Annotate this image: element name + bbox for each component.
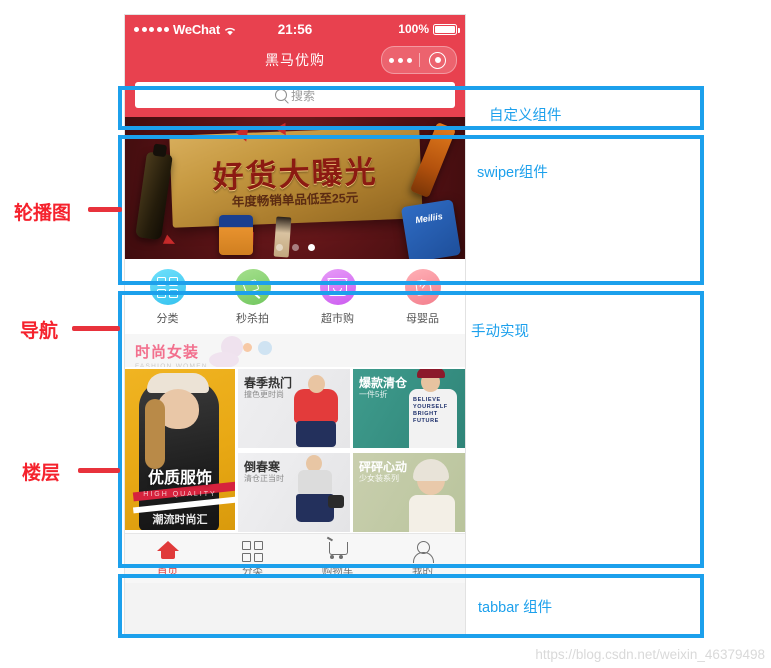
floor-card-subtitle: 少女装系列 (359, 473, 399, 483)
floor-card-subtitle: 撞色更时尚 (244, 390, 284, 399)
status-bar-right: 100% (398, 22, 460, 36)
app-navbar: 黑马优购 (125, 43, 465, 77)
floor-card-subtitle: 一件5折 (359, 390, 388, 399)
annotation-label-carousel: 轮播图 (14, 203, 72, 224)
annotation-box-content (118, 291, 704, 568)
annotation-box-search (118, 86, 704, 130)
annotation-label-tabbar: tabbar 组件 (478, 600, 553, 616)
annotation-box-swiper (118, 135, 704, 285)
annotation-leader-line (78, 468, 120, 473)
annotation-label-floor: 楼层 (22, 463, 61, 484)
page-title: 黑马优购 (265, 52, 325, 68)
annotation-leader-line (72, 326, 120, 331)
watermark: https://blog.csdn.net/weixin_46379498 (535, 647, 765, 662)
wechat-capsule-button[interactable] (381, 46, 457, 74)
annotation-label-nav: 导航 (20, 321, 59, 342)
target-circle-icon[interactable] (420, 51, 457, 69)
battery-icon (433, 23, 460, 35)
battery-percent-label: 100% (398, 22, 429, 36)
annotation-leader-line (88, 207, 122, 212)
status-bar: WeChat 21:56 100% (125, 15, 465, 43)
annotation-label-manual: 手动实现 (471, 324, 529, 340)
ellipsis-icon[interactable] (382, 57, 419, 63)
annotation-label-search: 自定义组件 (489, 108, 562, 124)
annotated-screenshot: WeChat 21:56 100% 黑马优购 搜索 好货大曝光 年度畅销单品低至… (0, 0, 771, 668)
annotation-box-tabbar (118, 574, 704, 638)
floor-card-subtitle: 清仓正当时 (244, 473, 284, 483)
annotation-label-swiper: swiper组件 (477, 165, 548, 181)
